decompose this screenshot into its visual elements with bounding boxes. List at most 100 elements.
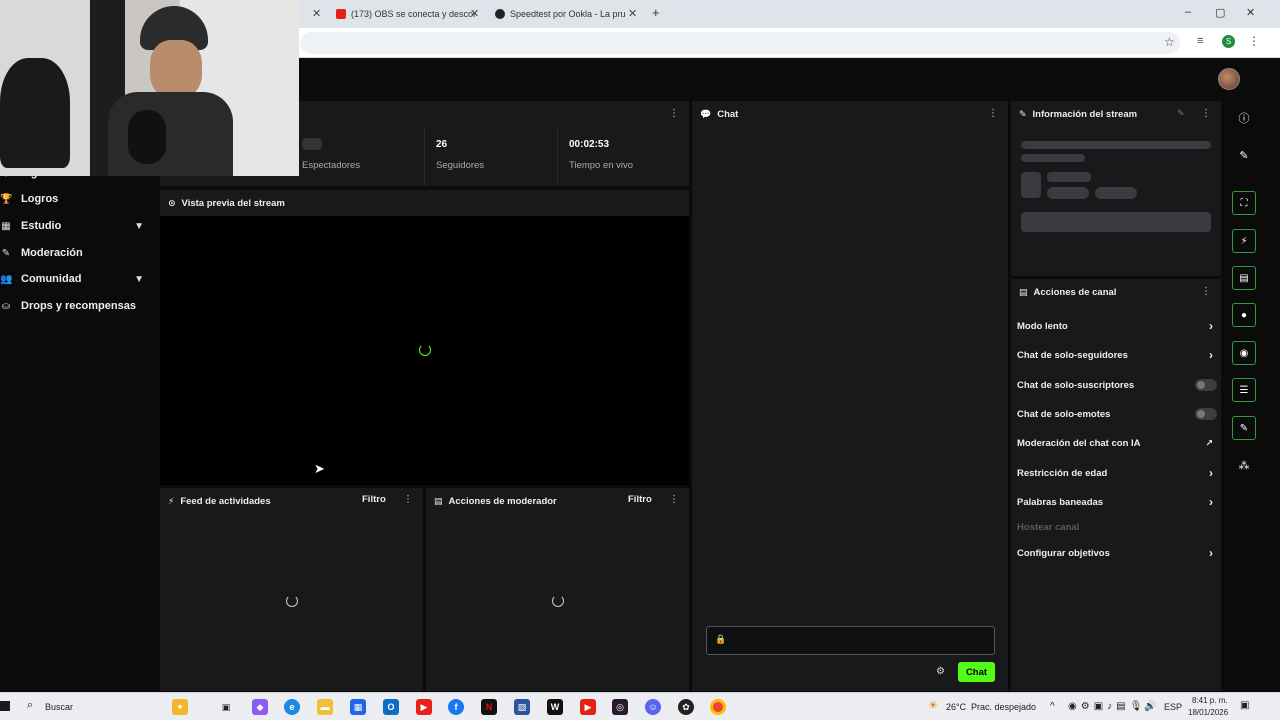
scan-icon[interactable]: ⛶ xyxy=(1232,191,1256,215)
chevron-up-icon[interactable]: ^ xyxy=(1050,701,1055,712)
action-label: Chat de solo-seguidores xyxy=(1017,349,1128,361)
minimize-button[interactable]: – xyxy=(1185,6,1191,18)
more-options-icon[interactable]: ⋮ xyxy=(669,108,679,119)
language-indicator[interactable]: ESP xyxy=(1164,702,1182,712)
media-control-icon[interactable]: ≡ xyxy=(1197,35,1203,47)
sidebar: $ Ingresos 🏆 Logros ▦ Estudio ▼ ✎ Modera… xyxy=(0,100,160,692)
sidebar-item-comunidad[interactable]: 👥 Comunidad ▼ xyxy=(0,267,156,291)
action-slow-mode[interactable]: Modo lento › xyxy=(1017,316,1217,336)
action-label: Chat de solo-suscriptores xyxy=(1017,379,1135,391)
sidebar-item-moderacion[interactable]: ✎ Moderación xyxy=(0,241,156,265)
wrench-icon[interactable]: ✎ xyxy=(1232,416,1256,440)
followers-label: Seguidores xyxy=(436,160,485,171)
bookmark-star-icon[interactable]: ☆ xyxy=(1164,35,1175,49)
channel-actions-header: ▤ Acciones de canal xyxy=(1011,279,1221,305)
chevron-right-icon: › xyxy=(1209,466,1213,480)
lightning-icon[interactable]: ⚡ xyxy=(1232,229,1256,253)
weather-icon[interactable]: ☀ xyxy=(928,699,938,712)
windows-start-icon[interactable] xyxy=(0,701,10,711)
youtube-icon[interactable]: ▶ xyxy=(580,699,596,715)
volume-icon[interactable]: 🔊 xyxy=(1144,701,1156,712)
activity-filter-button[interactable]: Filtro xyxy=(362,494,386,505)
new-tab-button[interactable]: + xyxy=(652,5,660,20)
sidebar-item-drops[interactable]: ⛀ Drops y recompensas xyxy=(0,294,156,318)
action-label: Hostear canal xyxy=(1017,521,1080,533)
discord-icon[interactable]: ☺ xyxy=(645,699,661,715)
shield-icon: ▤ xyxy=(434,495,443,506)
add-widget-icon[interactable]: ⁂ xyxy=(1232,453,1256,477)
broadcast-icon[interactable]: ◉ xyxy=(1232,341,1256,365)
store-icon[interactable]: ▦ xyxy=(350,699,366,715)
chat-settings-gear-icon[interactable]: ⚙ xyxy=(936,666,945,677)
sidebar-item-label: Logros xyxy=(21,193,59,205)
clock-time[interactable]: 8:41 p. m. xyxy=(1192,696,1228,705)
search-icon[interactable]: ⌕ xyxy=(27,699,33,712)
browser-menu-icon[interactable]: ⋮ xyxy=(1248,34,1260,48)
chevron-right-icon: › xyxy=(1209,495,1213,509)
action-banned-words[interactable]: Palabras baneadas › xyxy=(1017,492,1217,512)
clock-date[interactable]: 18/01/2026 xyxy=(1188,708,1228,717)
task-view-icon[interactable]: ▣ xyxy=(218,699,234,715)
file-explorer-icon[interactable]: ▬ xyxy=(317,699,333,715)
action-label: Palabras baneadas xyxy=(1017,496,1104,508)
obs-icon[interactable]: ◎ xyxy=(612,699,628,715)
list-icon: ▤ xyxy=(1019,286,1028,297)
document-icon[interactable]: ▤ xyxy=(1232,266,1256,290)
mod-actions-title: Acciones de moderador xyxy=(448,495,557,507)
app-icon[interactable]: ✿ xyxy=(678,699,694,715)
subscribers-only-toggle[interactable] xyxy=(1195,379,1217,391)
emotes-only-toggle[interactable] xyxy=(1195,408,1217,420)
close-window-button[interactable]: ✕ xyxy=(1246,6,1255,19)
action-configure-goals[interactable]: Configurar objetivos › xyxy=(1017,543,1217,563)
photos-icon[interactable]: ▨ xyxy=(514,699,530,715)
chevron-right-icon: › xyxy=(1209,348,1213,362)
chat-send-button[interactable]: Chat xyxy=(958,662,995,682)
sidebar-item-logros[interactable]: 🏆 Logros xyxy=(0,187,156,211)
notification-icon[interactable]: ▣ xyxy=(1240,700,1249,711)
loading-spinner xyxy=(286,595,298,607)
chevron-down-icon: ▼ xyxy=(134,273,144,285)
more-options-icon[interactable]: ⋮ xyxy=(669,494,679,505)
stream-info-title: Información del stream xyxy=(1032,108,1138,120)
tray-icons[interactable]: ◉⚙▣♪▤🎙 xyxy=(1068,701,1146,712)
copilot-app-icon[interactable]: ◆ xyxy=(252,699,268,715)
skeleton-thumbnail xyxy=(1021,172,1041,198)
external-link-icon: ↗ xyxy=(1205,437,1213,448)
action-followers-only[interactable]: Chat de solo-seguidores › xyxy=(1017,345,1217,365)
outlook-icon[interactable]: O xyxy=(383,699,399,715)
maximize-button[interactable]: ▢ xyxy=(1215,6,1225,19)
tab-close-icon[interactable]: ✕ xyxy=(312,7,321,20)
profile-avatar[interactable]: S xyxy=(1222,35,1235,48)
chrome-icon[interactable] xyxy=(710,699,726,715)
more-options-icon[interactable]: ⋮ xyxy=(1201,108,1211,119)
sidebar-item-label: Comunidad xyxy=(21,273,82,285)
mod-filter-button[interactable]: Filtro xyxy=(628,494,652,505)
address-bar[interactable] xyxy=(300,32,1180,54)
more-options-icon[interactable]: ⋮ xyxy=(988,108,998,119)
tab-close-icon[interactable]: ✕ xyxy=(470,7,479,20)
edit-pencil-icon[interactable]: ✎ xyxy=(1232,143,1256,167)
copilot-icon[interactable]: ✦ xyxy=(172,699,188,715)
chat-bubble-icon[interactable]: ● xyxy=(1232,303,1256,327)
netflix-icon[interactable]: N xyxy=(481,699,497,715)
dashboard-icon[interactable]: ☰ xyxy=(1232,378,1256,402)
action-ai-moderation[interactable]: Moderación del chat con IA ↗ xyxy=(1017,433,1217,453)
sidebar-item-estudio[interactable]: ▦ Estudio ▼ xyxy=(0,214,156,238)
more-options-icon[interactable]: ⋮ xyxy=(1201,286,1211,297)
more-options-icon[interactable]: ⋮ xyxy=(403,494,413,505)
edge-icon[interactable]: e xyxy=(284,699,300,715)
browser-tab-speedtest[interactable]: Speedtest por Ookla - La prueb xyxy=(495,4,625,24)
chat-input[interactable]: 🔒 xyxy=(706,626,995,655)
skeleton-pill xyxy=(1095,187,1137,199)
action-subscribers-only: Chat de solo-suscriptores xyxy=(1017,375,1217,395)
edit-pencil-icon[interactable]: ✎ xyxy=(1177,108,1185,119)
info-icon[interactable]: ⓘ xyxy=(1232,106,1256,130)
youtube-icon[interactable]: ▶ xyxy=(416,699,432,715)
tab-close-icon[interactable]: ✕ xyxy=(628,7,637,20)
action-age-restriction[interactable]: Restricción de edad › xyxy=(1017,463,1217,483)
user-avatar[interactable] xyxy=(1218,68,1240,90)
facebook-icon[interactable]: f xyxy=(448,699,464,715)
browser-tab-obs[interactable]: (173) OBS se conecta y descon xyxy=(336,4,476,24)
wikipedia-icon[interactable]: W xyxy=(547,699,563,715)
taskbar-search[interactable]: Buscar xyxy=(45,702,73,712)
